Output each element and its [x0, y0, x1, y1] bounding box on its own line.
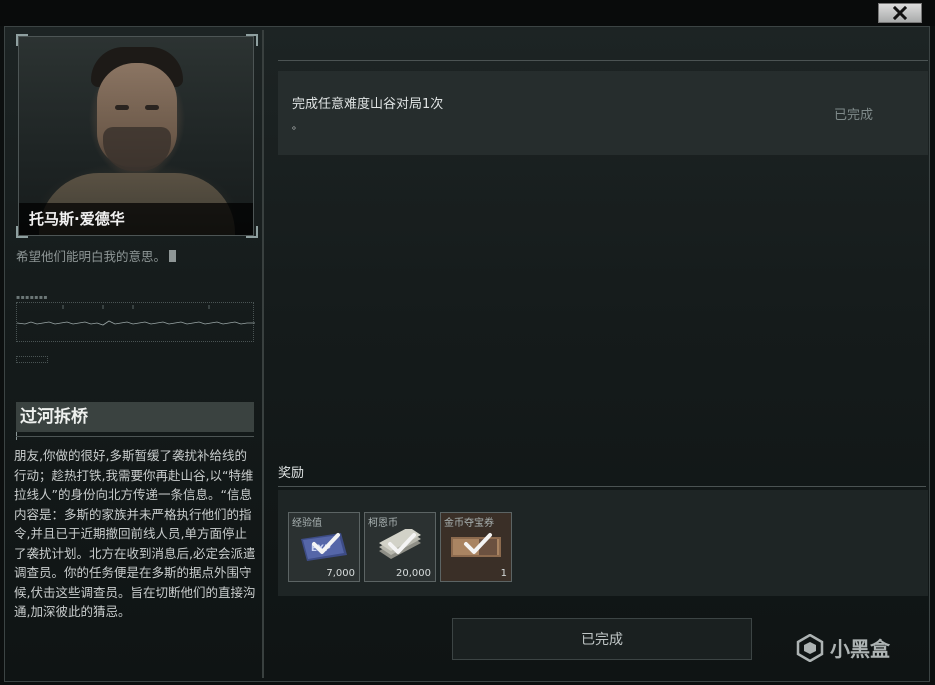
rewards-heading: 奖励: [278, 466, 305, 481]
task-objective: 完成任意难度山谷对局1次: [292, 97, 444, 112]
waveform-label: ▪▪▪▪▪▪▪: [16, 294, 48, 301]
typing-cursor-icon: [169, 250, 177, 262]
close-icon: [893, 6, 907, 20]
reward-name: 金币夺宝券: [444, 518, 494, 529]
reward-quantity: 7,000: [326, 568, 355, 579]
claimed-check-icon: [312, 533, 340, 554]
waveform-indicator: [16, 356, 48, 363]
waveform-icon: [17, 305, 255, 326]
portrait-corner: [16, 226, 28, 238]
top-bar: [0, 0, 935, 26]
portrait-beard: [103, 127, 171, 171]
portrait-eye: [115, 105, 129, 110]
mission-title: 过河拆桥: [16, 402, 254, 432]
portrait-corner: [246, 34, 258, 46]
reward-quantity: 20,000: [396, 568, 431, 579]
quest-detail-panel: 完成任意难度山谷对局1次 。 已完成 奖励 经验值 EXP 7,000 柯恩币: [268, 30, 928, 678]
xiaoheihe-logo-icon: [796, 633, 824, 662]
title-divider: [16, 436, 254, 437]
completed-button[interactable]: 已完成: [452, 618, 752, 660]
portrait-corner: [16, 34, 28, 46]
watermark: 小黑盒: [796, 633, 890, 662]
character-portrait: 托马斯·爱德华: [18, 36, 254, 236]
mission-description: 朋友,你做的很好,多斯暂缓了袭扰补给线的行动；趁热打铁,我需要你再赴山谷,以“特…: [14, 448, 256, 619]
character-name: 托马斯·爱德华: [19, 203, 253, 235]
character-quote: 希望他们能明白我的意思。: [16, 246, 177, 265]
character-panel: 托马斯·爱德华 希望他们能明白我的意思。 ▪▪▪▪▪▪▪ 过河拆桥 朋友,你做的…: [8, 30, 264, 678]
top-divider: [278, 60, 928, 61]
claimed-check-icon: [464, 533, 492, 554]
rewards-divider: [278, 486, 926, 487]
rewards-list: 经验值 EXP 7,000 柯恩币 20,000 金币夺宝券 1: [278, 490, 928, 596]
reward-quantity: 1: [500, 568, 507, 579]
close-button[interactable]: [878, 3, 922, 23]
task-row: 完成任意难度山谷对局1次 。 已完成: [278, 71, 928, 155]
reward-name: 经验值: [292, 518, 322, 529]
character-quote-text: 希望他们能明白我的意思。: [16, 249, 167, 264]
reward-item[interactable]: 金币夺宝券 1: [440, 512, 512, 582]
reward-item[interactable]: 经验值 EXP 7,000: [288, 512, 360, 582]
portrait-eye: [145, 105, 159, 110]
task-subtext: 。: [292, 121, 302, 132]
reward-item[interactable]: 柯恩币 20,000: [364, 512, 436, 582]
portrait-corner: [246, 226, 258, 238]
audio-waveform: [16, 302, 255, 342]
reward-name: 柯恩币: [368, 518, 398, 529]
watermark-text: 小黑盒: [830, 637, 890, 661]
task-status: 已完成: [834, 108, 874, 123]
claimed-check-icon: [388, 533, 416, 554]
